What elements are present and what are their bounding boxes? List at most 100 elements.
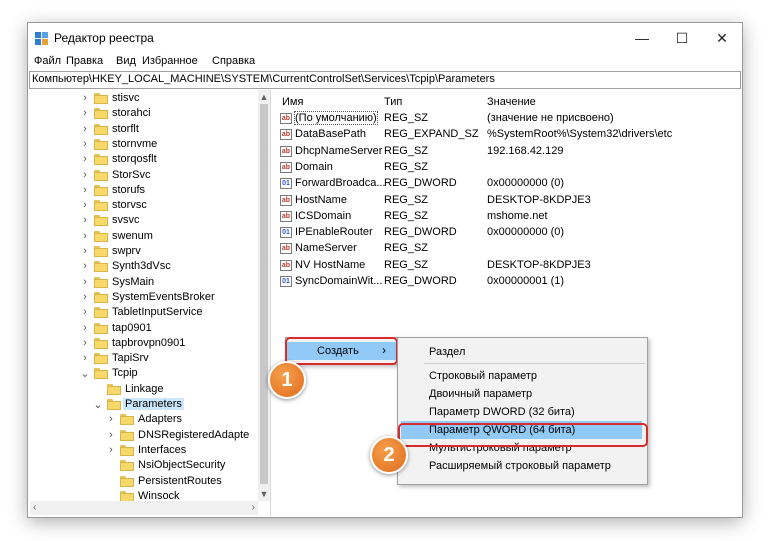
expand-chevron-icon[interactable]: ›	[80, 184, 90, 196]
tree-item[interactable]: › DNSRegisteredAdapte	[30, 428, 258, 444]
expanded-chevron-icon[interactable]: ⌄	[93, 398, 103, 411]
tree-item[interactable]: PersistentRoutes	[30, 474, 258, 490]
submenu-item[interactable]: Раздел	[398, 343, 647, 361]
expand-chevron-icon[interactable]: ›	[80, 306, 90, 318]
value-row[interactable]: ab NV HostName REG_SZ DESKTOP-8KDPJE3	[272, 258, 740, 274]
value-row[interactable]: ab ICSDomain REG_SZ mshome.net	[272, 209, 740, 225]
tree-item[interactable]: ⌄ Tcpip	[30, 366, 258, 382]
expand-chevron-icon[interactable]: ›	[80, 169, 90, 181]
menu-view[interactable]: Вид	[116, 55, 136, 67]
tree-item[interactable]: › swenum	[30, 229, 258, 245]
tree-item[interactable]: › tap0901	[30, 321, 258, 337]
step-badge-1: 1	[268, 361, 306, 399]
menu-bar: Файл Правка Вид Избранное Справка	[28, 53, 742, 71]
expand-chevron-icon[interactable]: ›	[80, 92, 90, 104]
scroll-up-icon[interactable]: ▲	[258, 90, 270, 104]
tree-item[interactable]: › Interfaces	[30, 443, 258, 459]
value-row[interactable]: ab Domain REG_SZ	[272, 160, 740, 176]
expand-chevron-icon[interactable]: ›	[80, 214, 90, 226]
value-row[interactable]: 01 IPEnableRouter REG_DWORD 0x00000000 (0)	[272, 225, 740, 241]
expand-chevron-icon[interactable]: ›	[106, 413, 116, 425]
address-bar[interactable]: Компьютер\HKEY_LOCAL_MACHINE\SYSTEM\Curr…	[29, 71, 741, 89]
tree-item[interactable]: › swprv	[30, 244, 258, 260]
expanded-chevron-icon[interactable]: ⌄	[80, 367, 90, 380]
tree-item[interactable]: › storvsc	[30, 198, 258, 214]
tree-item[interactable]: › svsvc	[30, 213, 258, 229]
tree-item[interactable]: › Adapters	[30, 412, 258, 428]
tree-item[interactable]: › stornvme	[30, 137, 258, 153]
tree-item[interactable]: › StorSvc	[30, 168, 258, 184]
tree-horizontal-scrollbar[interactable]: ‹ ›	[30, 501, 258, 515]
tree-item-label: Parameters	[123, 398, 184, 410]
menu-edit[interactable]: Правка	[66, 55, 103, 67]
submenu-item[interactable]: Параметр DWORD (32 бита)	[398, 403, 647, 421]
folder-icon	[94, 307, 108, 319]
menu-help[interactable]: Справка	[212, 55, 255, 67]
value-row[interactable]: ab NameServer REG_SZ	[272, 241, 740, 257]
expand-chevron-icon[interactable]: ›	[80, 276, 90, 288]
window-title: Редактор реестра	[54, 31, 154, 45]
column-header-type[interactable]: Тип	[384, 96, 402, 108]
close-button[interactable]: ✕	[702, 23, 742, 53]
expand-chevron-icon[interactable]: ›	[80, 245, 90, 257]
tree-item[interactable]: › storufs	[30, 183, 258, 199]
column-header-name[interactable]: Имя	[282, 96, 303, 108]
expand-chevron-icon[interactable]: ›	[80, 352, 90, 364]
submenu-item[interactable]: Расширяемый строковый параметр	[398, 457, 647, 475]
expand-chevron-icon[interactable]: ›	[80, 291, 90, 303]
tree-item[interactable]: Linkage	[30, 382, 258, 398]
folder-icon	[120, 460, 134, 472]
tree-item[interactable]: › storahci	[30, 106, 258, 122]
maximize-button[interactable]: ☐	[662, 23, 702, 53]
tree-item[interactable]: › Synth3dVsc	[30, 259, 258, 275]
tree-item-label: Adapters	[138, 413, 183, 426]
expand-chevron-icon[interactable]: ›	[106, 444, 116, 456]
scroll-right-icon[interactable]: ›	[252, 501, 255, 515]
expand-chevron-icon[interactable]: ›	[80, 230, 90, 242]
expand-chevron-icon[interactable]: ›	[80, 107, 90, 119]
value-data: 0x00000000 (0)	[487, 226, 565, 239]
value-type: REG_DWORD	[384, 177, 457, 190]
minimize-button[interactable]: —	[622, 23, 662, 53]
expand-chevron-icon[interactable]: ›	[80, 260, 90, 272]
value-row[interactable]: ab (По умолчанию) REG_SZ (значение не присв…	[272, 111, 740, 127]
scroll-thumb[interactable]	[260, 104, 268, 484]
value-row[interactable]: ab HostName REG_SZ DESKTOP-8KDPJE3	[272, 193, 740, 209]
string-value-icon: ab	[280, 129, 292, 141]
value-row[interactable]: ab DhcpNameServer REG_SZ 192.168.42.129	[272, 144, 740, 160]
menu-favorites[interactable]: Избранное	[142, 55, 198, 67]
menu-file[interactable]: Файл	[34, 55, 61, 67]
expand-chevron-icon[interactable]: ›	[80, 337, 90, 349]
tree-vertical-scrollbar[interactable]: ▲ ▼	[258, 90, 270, 501]
tree-item-label: Synth3dVsc	[112, 260, 171, 273]
expand-chevron-icon[interactable]: ›	[106, 429, 116, 441]
submenu-item[interactable]: Строковый параметр	[398, 367, 647, 385]
tree-item[interactable]: › storflt	[30, 122, 258, 138]
expand-chevron-icon[interactable]: ›	[80, 138, 90, 150]
column-header-data[interactable]: Значение	[487, 96, 536, 108]
tree-item[interactable]: › SysMain	[30, 275, 258, 291]
value-type: REG_SZ	[384, 160, 429, 173]
expand-chevron-icon[interactable]: ›	[80, 153, 90, 165]
tree-item[interactable]: › stisvc	[30, 91, 258, 107]
submenu-item[interactable]: Двоичный параметр	[398, 385, 647, 403]
scroll-down-icon[interactable]: ▼	[258, 487, 270, 501]
scroll-left-icon[interactable]: ‹	[33, 501, 36, 515]
tree-item[interactable]: › storqosflt	[30, 152, 258, 168]
tree-item[interactable]: › tapbrovpn0901	[30, 336, 258, 352]
folder-icon	[120, 444, 134, 456]
registry-editor-window: Редактор реестра — ☐ ✕ Файл Правка Вид И…	[28, 23, 742, 517]
expand-chevron-icon[interactable]: ›	[80, 322, 90, 334]
expand-chevron-icon[interactable]: ›	[80, 123, 90, 135]
tree-item[interactable]: › TapiSrv	[30, 351, 258, 367]
value-name: (По умолчанию)	[294, 111, 378, 125]
tree-item[interactable]: NsiObjectSecurity	[30, 458, 258, 474]
value-row[interactable]: 01 ForwardBroadca... REG_DWORD 0x00000000 (…	[272, 176, 740, 192]
tree-item[interactable]: › TabletInputService	[30, 305, 258, 321]
value-row[interactable]: 01 SyncDomainWit... REG_DWORD 0x00000001 (1…	[272, 274, 740, 290]
registry-app-icon	[35, 32, 48, 45]
tree-item[interactable]: ⌄ Parameters	[30, 397, 258, 413]
tree-item[interactable]: › SystemEventsBroker	[30, 290, 258, 306]
expand-chevron-icon[interactable]: ›	[80, 199, 90, 211]
value-row[interactable]: ab DataBasePath REG_EXPAND_SZ %SystemRoot%\…	[272, 127, 740, 143]
